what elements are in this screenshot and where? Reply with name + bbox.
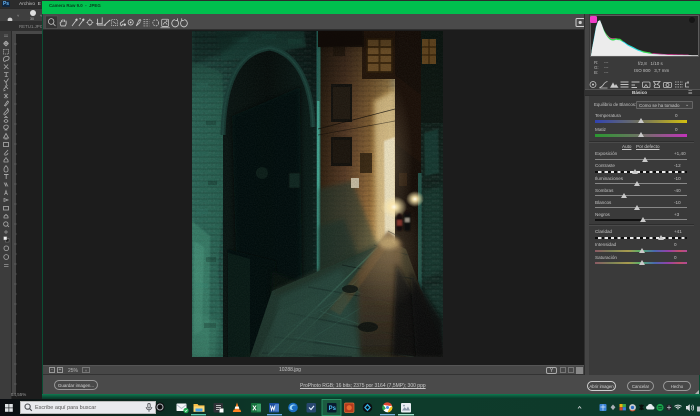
svg-text:Ps: Ps bbox=[329, 406, 337, 412]
